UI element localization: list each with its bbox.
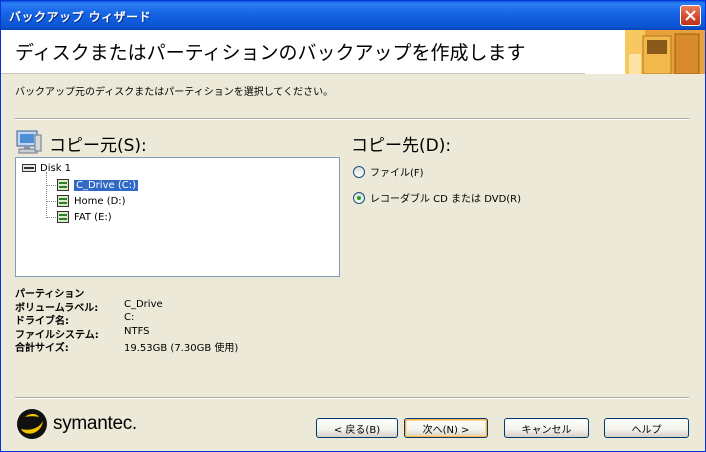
info-value: C: — [124, 312, 135, 323]
instruction-text: バックアップ元のディスクまたはパーティションを選択してください。 — [15, 87, 334, 98]
source-label: コピー元(S): — [49, 136, 147, 156]
tree-item-disk[interactable]: Disk 1 — [22, 161, 71, 175]
title-bar[interactable]: バックアップ ウィザード — [1, 1, 705, 30]
tree-item-partition[interactable]: FAT (E:) — [42, 210, 112, 224]
tree-item-label: FAT (E:) — [74, 211, 112, 223]
back-button[interactable]: < 戻る(B) — [316, 418, 398, 438]
partition-icon — [57, 195, 69, 207]
help-button[interactable]: ヘルプ — [604, 418, 689, 438]
divider — [15, 397, 689, 399]
divider — [15, 118, 689, 120]
symantec-logo-icon — [17, 409, 47, 439]
radio-label: ファイル(F) — [370, 168, 424, 179]
info-key: 合計サイズ: — [15, 343, 69, 354]
partition-icon — [57, 179, 69, 191]
radio-label: レコーダブル CD または DVD(R) — [370, 194, 522, 205]
radio-button[interactable] — [353, 165, 365, 178]
page-title: ディスクまたはパーティションのバックアップを作成します — [15, 42, 526, 64]
logo-text: symantec. — [53, 413, 137, 434]
info-value: NTFS — [124, 326, 150, 337]
info-value: 19.53GB (7.30GB 使用) — [124, 343, 239, 354]
source-tree[interactable]: Disk 1 C_Drive (C:) Home (D:) FAT (E:) — [15, 157, 340, 277]
tree-item-partition[interactable]: C_Drive (C:) — [42, 178, 139, 192]
header-illustration — [585, 30, 705, 74]
partition-icon — [57, 211, 69, 223]
close-icon — [685, 10, 696, 21]
window-title: バックアップ ウィザード — [9, 10, 152, 24]
tree-item-partition[interactable]: Home (D:) — [42, 194, 126, 208]
tree-item-label: C_Drive (C:) — [73, 178, 139, 192]
radio-button[interactable] — [353, 191, 365, 204]
computer-icon — [15, 129, 43, 159]
symantec-logo: symantec. — [15, 407, 137, 441]
wizard-header: ディスクまたはパーティションのバックアップを作成します — [1, 30, 705, 74]
info-key: ドライブ名: — [15, 316, 69, 327]
radio-file[interactable]: ファイル(F) — [353, 164, 424, 179]
close-button[interactable] — [680, 5, 701, 26]
next-button[interactable]: 次へ(N) > — [404, 418, 488, 438]
disk-icon — [22, 164, 36, 172]
info-value: C_Drive — [124, 299, 163, 310]
backup-wizard-window: バックアップ ウィザード ディスクまたはパーティションのバックアップを作成します… — [0, 0, 706, 452]
radio-recordable-media[interactable]: レコーダブル CD または DVD(R) — [353, 190, 521, 205]
destination-label: コピー先(D): — [351, 136, 452, 156]
tree-item-label: Home (D:) — [74, 195, 126, 207]
partition-heading: パーティション — [15, 289, 85, 300]
tree-item-label: Disk 1 — [40, 162, 72, 174]
cancel-button[interactable]: キャンセル — [504, 418, 589, 438]
